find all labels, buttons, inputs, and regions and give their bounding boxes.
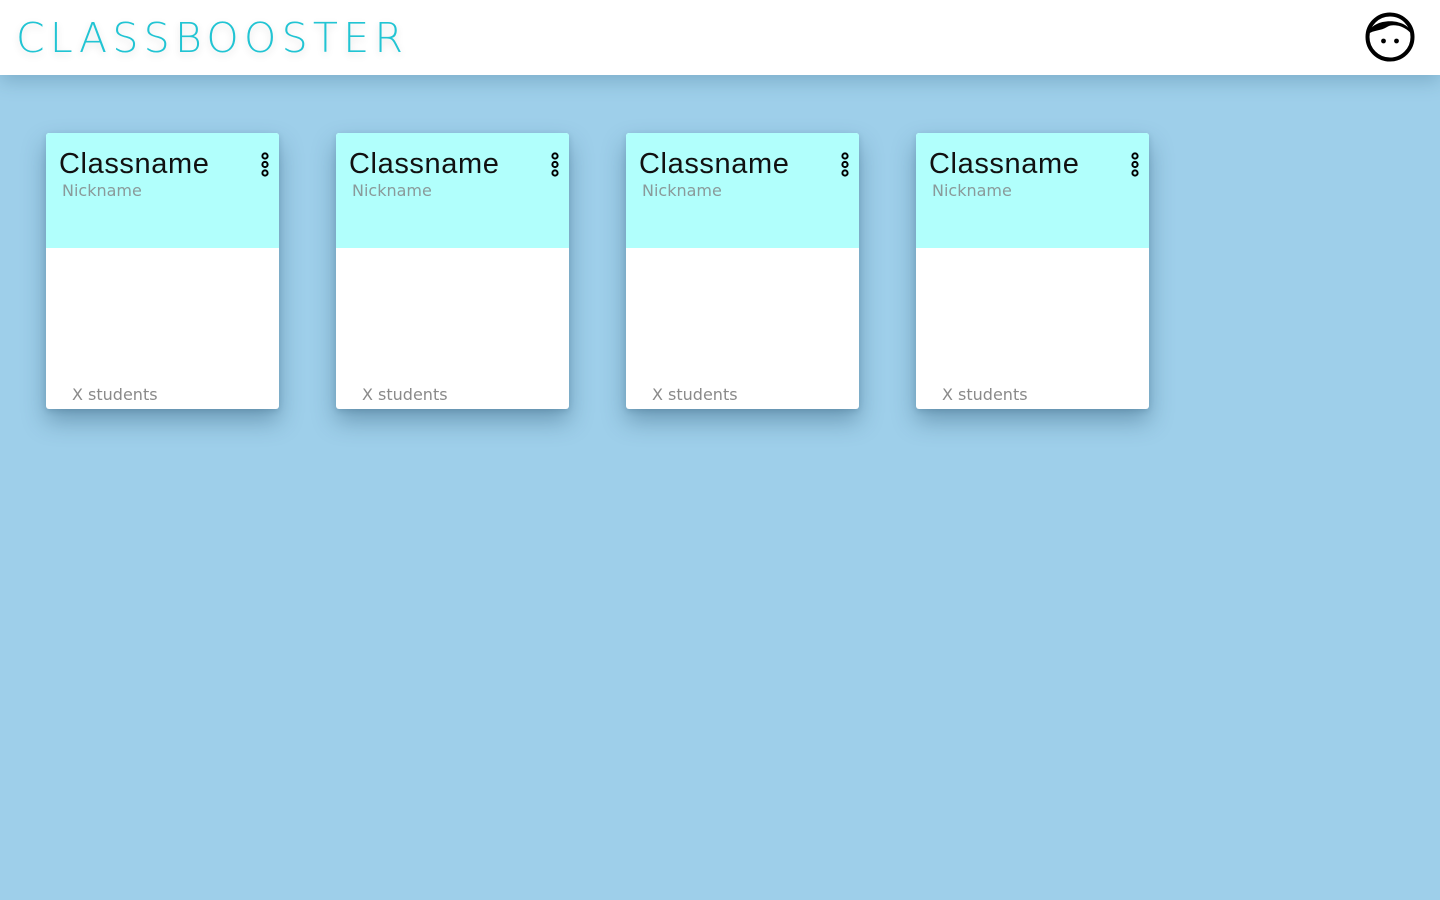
student-count: X students [652,385,738,404]
class-options-button[interactable] [1129,152,1141,178]
class-card[interactable]: Classname Nickname X students [46,133,279,409]
class-card[interactable]: Classname Nickname X students [626,133,859,409]
class-card-header: Classname Nickname [626,133,859,248]
student-count: X students [942,385,1028,404]
class-nickname: Nickname [932,181,1012,200]
class-name: Classname [349,148,500,180]
class-card[interactable]: Classname Nickname X students [916,133,1149,409]
user-face-icon [1365,12,1415,62]
class-options-button[interactable] [259,152,271,178]
class-nickname: Nickname [352,181,432,200]
class-name: Classname [929,148,1080,180]
more-vertical-icon [1131,152,1139,177]
class-card[interactable]: Classname Nickname X students [336,133,569,409]
top-bar: CLASSBOOSTER [0,0,1440,75]
class-nickname: Nickname [62,181,142,200]
student-count: X students [362,385,448,404]
user-avatar-button[interactable] [1365,12,1415,62]
class-card-header: Classname Nickname [336,133,569,248]
class-name: Classname [59,148,210,180]
class-options-button[interactable] [839,152,851,178]
class-name: Classname [639,148,790,180]
more-vertical-icon [841,152,849,177]
student-count: X students [72,385,158,404]
class-options-button[interactable] [549,152,561,178]
class-card-header: Classname Nickname [916,133,1149,248]
class-nickname: Nickname [642,181,722,200]
more-vertical-icon [551,152,559,177]
class-card-header: Classname Nickname [46,133,279,248]
app-logo[interactable]: CLASSBOOSTER [16,14,408,62]
more-vertical-icon [261,152,269,177]
class-card-grid: Classname Nickname X students Classname … [0,0,1440,900]
